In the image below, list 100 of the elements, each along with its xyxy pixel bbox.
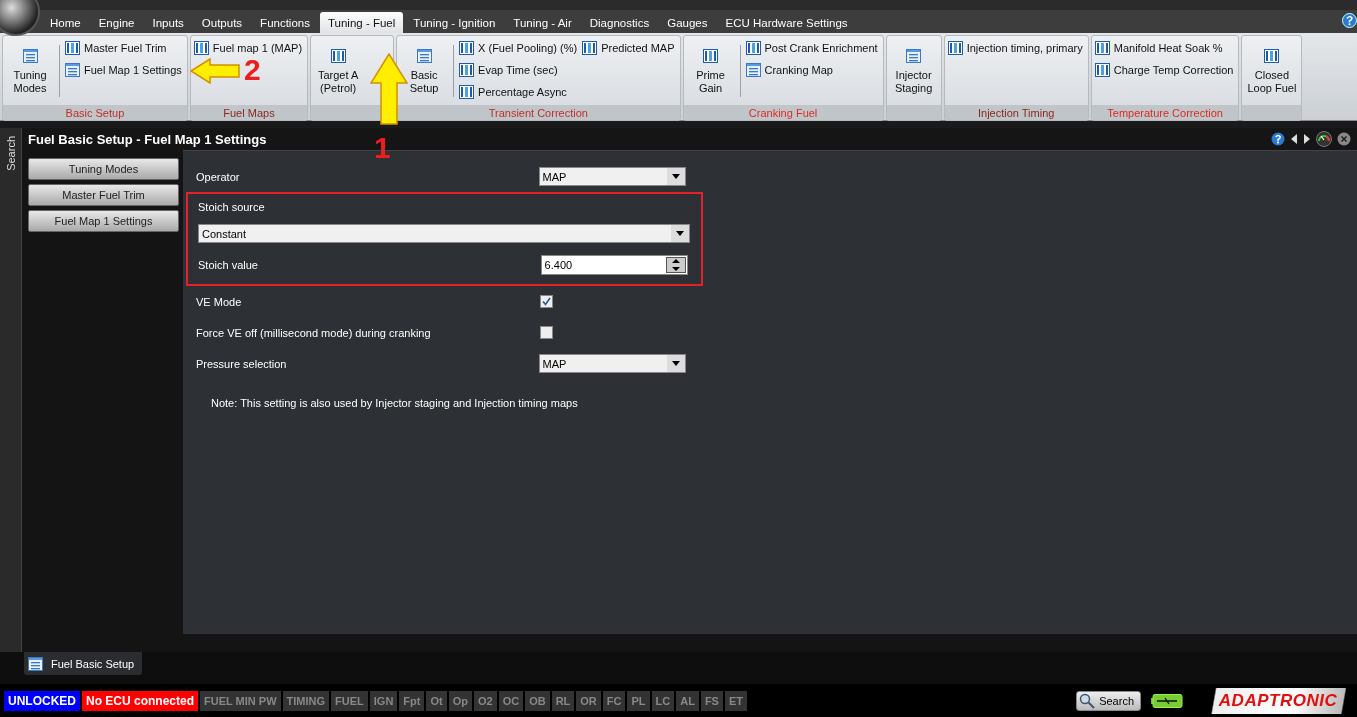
table-icon	[1094, 41, 1110, 55]
status-indicator: PL	[627, 690, 650, 711]
status-indicator: Op	[448, 690, 472, 711]
note-text: Note: This setting is also used by Injector staging and Injection timing maps	[211, 397, 579, 409]
ribbon-item[interactable]: Injection timing, primary	[947, 39, 1085, 57]
dropdown[interactable]: MAP	[538, 167, 686, 186]
menu-tab[interactable]: ECU Hardware Settings	[717, 12, 856, 33]
table-icon	[65, 41, 80, 55]
nav-button[interactable]: Fuel Map 1 Settings	[28, 210, 179, 232]
group-label: Temperature Correction	[1091, 105, 1239, 120]
table-icon	[459, 41, 475, 55]
spinner-icon	[666, 256, 686, 273]
status-indicator: TIMING	[282, 690, 330, 711]
status-indicator: Fpt	[399, 690, 425, 711]
menu-tab[interactable]: Tuning - Fuel	[319, 12, 404, 33]
table-icon	[703, 49, 718, 63]
menu-tab[interactable]: Tuning - Air	[505, 12, 580, 33]
status-indicator: FC	[602, 690, 626, 711]
list-icon	[22, 49, 38, 63]
menu-tab[interactable]: Diagnostics	[581, 12, 658, 33]
status-indicator: AL	[676, 690, 699, 711]
group-label: Cranking Fuel	[683, 105, 883, 120]
list-icon	[28, 656, 43, 671]
table-icon	[459, 85, 475, 99]
ribbon-item[interactable]: X (Fuel Pooling) (%)	[459, 39, 580, 57]
side-strip[interactable]: Search	[0, 128, 22, 652]
list-icon	[745, 63, 761, 77]
menu-tab[interactable]: Inputs	[144, 12, 192, 33]
checkbox[interactable]	[540, 295, 553, 308]
list-icon	[906, 49, 922, 63]
check-icon	[542, 297, 551, 306]
ribbon-button[interactable]: Tuning Modes	[6, 39, 54, 105]
menu-tab[interactable]: Home	[42, 12, 89, 33]
number-field[interactable]: 6.400	[540, 254, 688, 275]
ribbon-item[interactable]: Master Fuel Trim	[65, 39, 184, 57]
ribbon-item[interactable]: Percentage Async	[459, 83, 580, 101]
field-label: Pressure selection	[196, 357, 288, 370]
group-label: Basic Setup	[3, 105, 187, 120]
battery-icon	[1151, 693, 1183, 708]
document-tab[interactable]: Fuel Basic Setup	[24, 652, 143, 675]
ribbon-item[interactable]: Charge Temp Correction	[1094, 61, 1236, 79]
list-icon	[416, 49, 432, 63]
arrow-annotation	[190, 58, 240, 84]
dropdown[interactable]: MAP	[538, 354, 686, 373]
gauge-icon[interactable]	[1316, 131, 1332, 147]
status-indicator: UNLOCKED	[4, 690, 80, 711]
table-icon	[745, 41, 761, 55]
dropdown[interactable]: Constant	[198, 224, 690, 243]
table-icon	[193, 41, 209, 55]
table-icon	[1094, 63, 1110, 77]
ribbon-button[interactable]: Prime Gain	[686, 39, 735, 105]
status-indicator: ET	[724, 690, 747, 711]
menu-tab[interactable]: Outputs	[193, 12, 251, 33]
menu-tab[interactable]: Tuning - Ignition	[405, 12, 504, 33]
nav-button[interactable]: Tuning Modes	[28, 158, 179, 180]
ribbon-item[interactable]: Manifold Heat Soak %	[1094, 39, 1236, 57]
status-indicator: OC	[498, 690, 524, 711]
ribbon-button[interactable]: Basic Setup	[400, 39, 449, 105]
status-indicator: IGN	[369, 690, 398, 711]
checkbox[interactable]	[540, 326, 553, 339]
field-label: VE Mode	[196, 295, 243, 308]
menu-tab[interactable]: Gauges	[659, 12, 716, 33]
status-indicator: OB	[525, 690, 550, 711]
ribbon-item[interactable]: Fuel Map 1 Settings	[65, 61, 184, 79]
status-indicator: Ot	[426, 690, 447, 711]
arrow-annotation	[370, 53, 408, 125]
ribbon-item[interactable]: Post Crank Enrichment	[745, 39, 880, 57]
right-arrow-icon[interactable]	[1303, 134, 1311, 144]
help-icon[interactable]	[1271, 132, 1285, 146]
table-icon	[582, 41, 598, 55]
caret-icon	[667, 355, 685, 372]
ribbon-item[interactable]: Evap Time (sec)	[459, 61, 580, 79]
help-icon[interactable]	[1342, 13, 1357, 28]
ribbon-button[interactable]: Target A (Petrol)	[314, 39, 363, 105]
search-button[interactable]: Search	[1076, 690, 1141, 711]
annotation-number: 1	[374, 131, 391, 165]
panel-title: Fuel Basic Setup - Fuel Map 1 Settings	[28, 131, 267, 147]
group-label: Transient Correction	[397, 105, 680, 120]
ribbon-item[interactable]: Cranking Map	[745, 61, 880, 79]
menu-tab[interactable]: Functions	[252, 12, 318, 33]
menu-tab[interactable]: Engine	[90, 12, 143, 33]
table-icon	[1264, 49, 1280, 63]
group-label: Fuel Maps	[190, 105, 308, 120]
table-icon	[459, 63, 475, 77]
field-label: Force VE off (millisecond mode) during cranking	[196, 326, 432, 339]
status-indicator: FS	[700, 690, 723, 711]
field-label: Stoich value	[198, 258, 259, 271]
field-label: Stoich source	[198, 201, 266, 213]
ribbon-button[interactable]: Closed Loop Fuel	[1245, 39, 1299, 105]
ribbon-button[interactable]: Injector Staging	[889, 39, 938, 105]
left-arrow-icon[interactable]	[1290, 134, 1298, 144]
table-icon	[947, 41, 963, 55]
status-indicator: LC	[651, 690, 675, 711]
field-label: Operator	[196, 170, 241, 183]
status-indicator: No ECU connected	[82, 690, 198, 711]
table-icon	[330, 49, 346, 63]
status-indicator: O2	[473, 690, 497, 711]
ribbon-item[interactable]: Predicted MAP	[582, 39, 677, 57]
nav-button[interactable]: Master Fuel Trim	[28, 184, 179, 206]
close-icon[interactable]	[1337, 132, 1351, 146]
